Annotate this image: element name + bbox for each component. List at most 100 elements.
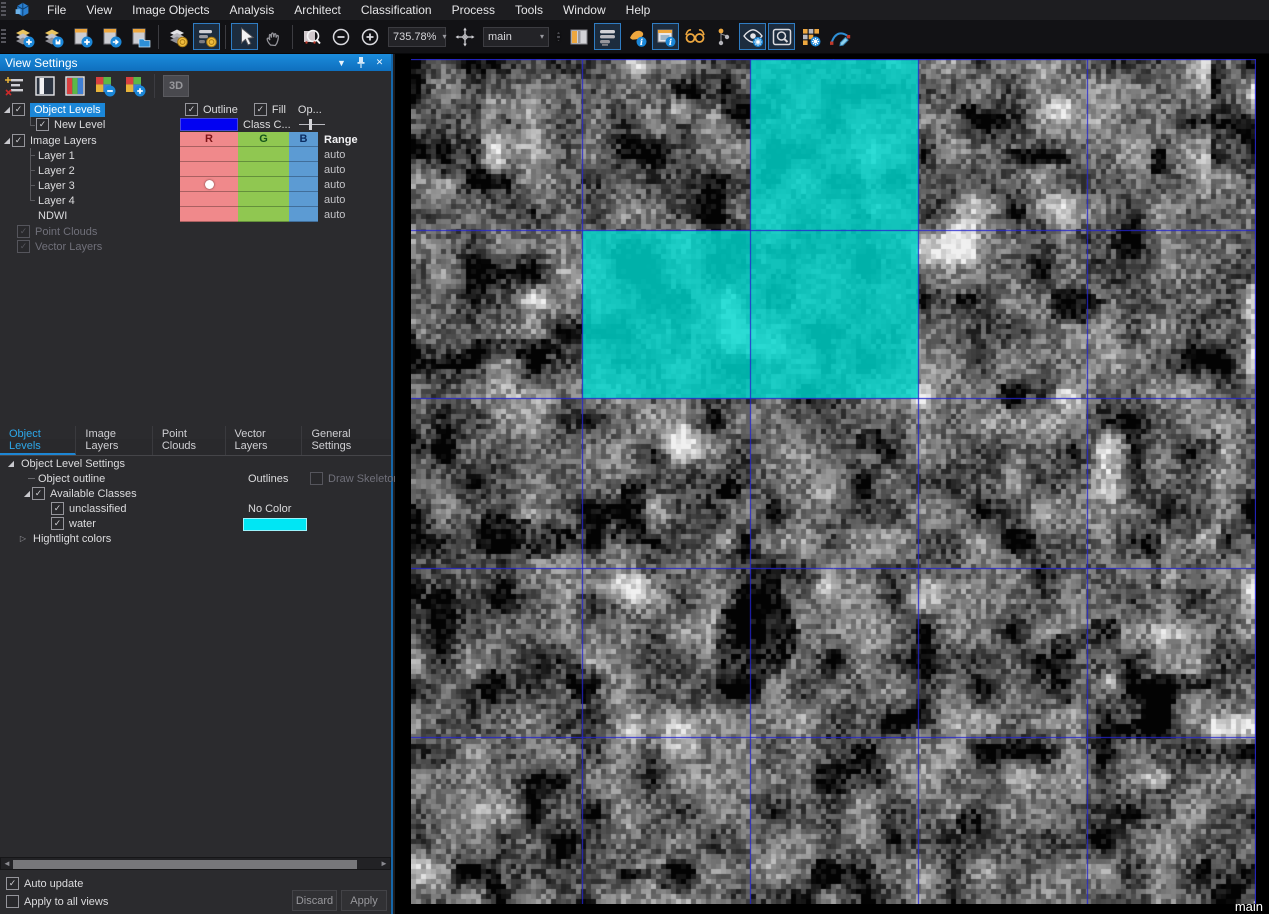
auto-update-option[interactable]: ✓ Auto update [6, 877, 83, 890]
save-project-button[interactable] [39, 23, 66, 50]
tab-vector-layers[interactable]: Vector Layers [226, 426, 303, 455]
mixing-row-layer1[interactable]: auto [180, 147, 380, 162]
b-cell[interactable] [289, 177, 318, 192]
area-zoom-button[interactable] [298, 23, 325, 50]
tab-object-levels[interactable]: Object Levels [0, 426, 76, 455]
map-view[interactable]: main [395, 54, 1269, 914]
open-project-button[interactable] [126, 23, 153, 50]
outline-checkbox[interactable]: ✓ [185, 103, 198, 116]
object-info-button[interactable]: i [623, 23, 650, 50]
expander-icon[interactable]: ◢ [22, 489, 32, 498]
expander-collapsed-icon[interactable]: ▷ [18, 534, 28, 543]
column-header-b[interactable]: B [289, 132, 318, 147]
opacity-slider[interactable] [299, 118, 325, 131]
expander-icon[interactable]: ◢ [2, 105, 12, 114]
mixing-row-layer2[interactable]: auto [180, 162, 380, 177]
menu-view[interactable]: View [76, 1, 122, 19]
scrollbar-thumb[interactable] [13, 860, 357, 869]
outline-mode-value[interactable]: Outlines [248, 473, 288, 485]
zoom-level-select[interactable]: 735.78%▾ [388, 27, 446, 47]
column-header-g[interactable]: G [238, 132, 289, 147]
water-color-swatch[interactable] [243, 518, 307, 531]
b-cell[interactable] [289, 147, 318, 162]
bars-coin-button[interactable] [193, 23, 220, 50]
menu-classification[interactable]: Classification [351, 1, 442, 19]
tree-row-image-layers[interactable]: ◢ ✓ Image Layers [2, 133, 97, 148]
tree-row-point-clouds[interactable]: ✓ Point Clouds [17, 224, 97, 239]
tab-point-clouds[interactable]: Point Clouds [153, 426, 226, 455]
scroll-left-arrow[interactable]: ◄ [1, 859, 13, 868]
expander-icon[interactable]: ◢ [6, 459, 16, 468]
g-cell[interactable] [238, 192, 289, 207]
discard-button[interactable]: Discard [292, 890, 337, 911]
b-cell[interactable] [289, 207, 318, 222]
apply-button[interactable]: Apply [341, 890, 387, 911]
import-scene-button[interactable] [97, 23, 124, 50]
image-info-button[interactable]: i [652, 23, 679, 50]
panel-title-bar[interactable]: View Settings ▼ ✕ [0, 54, 391, 71]
tab-image-layers[interactable]: Image Layers [76, 426, 152, 455]
view-glasses-button[interactable] [681, 23, 708, 50]
g-cell[interactable] [238, 147, 289, 162]
fill-checkbox[interactable]: ✓ [254, 103, 267, 116]
pan-hand-button[interactable] [260, 23, 287, 50]
edit-layer-mixing-button[interactable] [2, 74, 28, 98]
menu-process[interactable]: Process [442, 1, 505, 19]
r-cell[interactable] [180, 192, 238, 207]
r-cell[interactable] [180, 177, 238, 192]
tree-row-layer3[interactable]: Layer 3 [38, 178, 75, 193]
menu-file[interactable]: File [37, 1, 76, 19]
g-cell[interactable] [238, 162, 289, 177]
settings-row-highlight-colors[interactable]: ▷ Hightlight colors [18, 531, 111, 546]
slider-handle[interactable] [309, 119, 312, 130]
settings-row-available-classes[interactable]: ◢ ✓ Available Classes [22, 486, 137, 501]
r-cell[interactable] [180, 162, 238, 177]
zoom-in-button[interactable] [356, 23, 383, 50]
apply-all-views-option[interactable]: Apply to all views [6, 895, 108, 908]
view-settings-button[interactable] [739, 23, 766, 50]
tile-settings-button[interactable] [797, 23, 824, 50]
menu-image-objects[interactable]: Image Objects [122, 1, 219, 19]
mixing-row-ndwi[interactable]: auto [180, 207, 380, 222]
settings-row-unclassified[interactable]: ✓ unclassified [51, 501, 126, 516]
shift-layers-up-button[interactable] [122, 74, 148, 98]
layers-coin-button[interactable] [164, 23, 191, 50]
menu-window[interactable]: Window [553, 1, 616, 19]
pan-crosshair-button[interactable] [451, 23, 478, 50]
tree-row-new-level[interactable]: ✓ New Level [36, 117, 105, 132]
auto-update-checkbox[interactable]: ✓ [6, 877, 19, 890]
three-layer-rgb-button[interactable] [62, 74, 88, 98]
b-cell[interactable] [289, 192, 318, 207]
settings-row-object-outline[interactable]: Object outline [26, 471, 105, 486]
satellite-image-canvas[interactable] [411, 59, 1256, 904]
shift-layers-down-button[interactable] [92, 74, 118, 98]
image-layers-checkbox[interactable]: ✓ [12, 134, 25, 147]
hierarchy-button[interactable] [710, 23, 737, 50]
new-level-checkbox[interactable]: ✓ [36, 118, 49, 131]
menu-help[interactable]: Help [616, 1, 661, 19]
zoom-out-button[interactable] [327, 23, 354, 50]
menu-analysis[interactable]: Analysis [220, 1, 285, 19]
menu-tools[interactable]: Tools [505, 1, 553, 19]
scroll-right-arrow[interactable]: ► [378, 859, 390, 868]
tree-row-layer1[interactable]: Layer 1 [38, 148, 75, 163]
new-project-button[interactable] [10, 23, 37, 50]
tab-general-settings[interactable]: General Settings [302, 426, 391, 455]
active-view-select[interactable]: main▾ [483, 27, 549, 47]
expander-icon[interactable]: ◢ [2, 136, 12, 145]
active-channel-dot[interactable] [205, 180, 214, 189]
menu-architect[interactable]: Architect [284, 1, 351, 19]
available-classes-checkbox[interactable]: ✓ [32, 487, 45, 500]
panel-pin-icon[interactable] [353, 56, 368, 69]
unclassified-color-value[interactable]: No Color [248, 503, 291, 515]
settings-row-root[interactable]: ◢ Object Level Settings [6, 456, 125, 471]
split-window-button[interactable] [565, 23, 592, 50]
level-outline-color-swatch[interactable] [180, 118, 238, 131]
tree-row-vector-layers[interactable]: ✓ Vector Layers [17, 239, 102, 254]
unclassified-checkbox[interactable]: ✓ [51, 502, 64, 515]
g-cell[interactable] [238, 207, 289, 222]
edit-curve-button[interactable] [826, 23, 853, 50]
3d-view-button[interactable]: 3D [163, 75, 189, 97]
horizontal-scrollbar[interactable]: ◄ ► [0, 857, 391, 870]
r-cell[interactable] [180, 207, 238, 222]
